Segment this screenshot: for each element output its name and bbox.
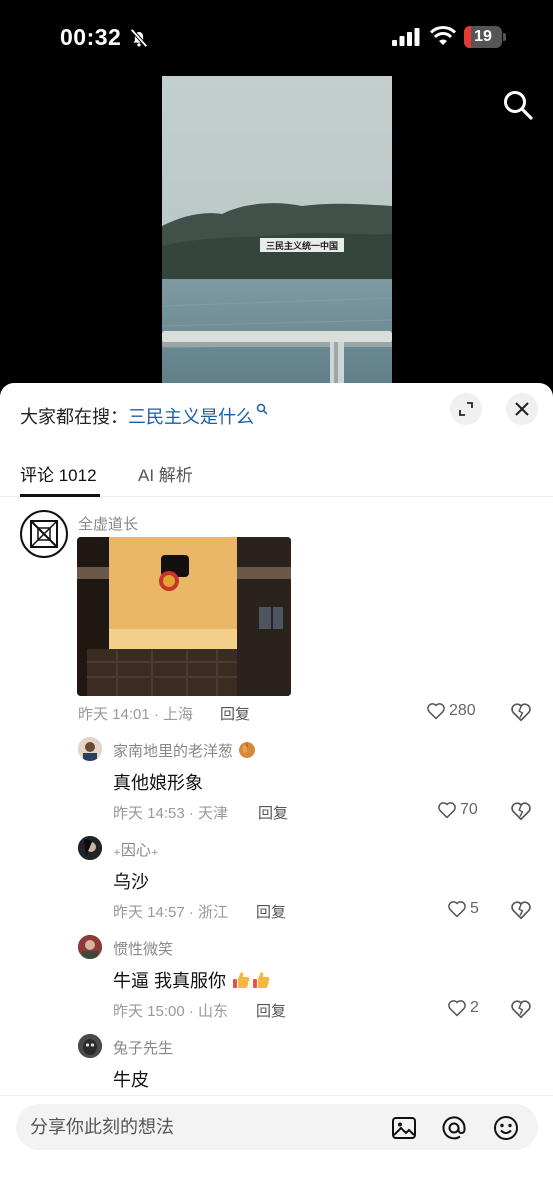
avatar-image bbox=[78, 737, 102, 761]
heart-icon bbox=[448, 1000, 466, 1017]
reply-text-content: 牛逼 我真服你 bbox=[113, 971, 227, 991]
mini-search-icon bbox=[256, 403, 268, 415]
comment-time-location: 昨天 14:01 · 上海 bbox=[78, 706, 194, 723]
reply-text: 真他娘形象 bbox=[113, 773, 203, 793]
reply-button[interactable]: 回复 bbox=[220, 703, 250, 724]
comment-input[interactable] bbox=[30, 1104, 380, 1150]
avatar-image bbox=[78, 1034, 102, 1058]
image-icon[interactable] bbox=[391, 1115, 417, 1141]
reply-button[interactable]: 回复 bbox=[256, 1000, 286, 1021]
avatar[interactable] bbox=[78, 1034, 102, 1058]
avatar[interactable] bbox=[20, 510, 68, 558]
comment-input-bar bbox=[0, 1095, 553, 1199]
dislike-icon[interactable] bbox=[510, 899, 532, 921]
reply-username-text: 家南地里的老洋葱 bbox=[113, 743, 234, 760]
tab-comments[interactable]: 评论 1012 bbox=[20, 461, 97, 486]
emoji-icon[interactable] bbox=[493, 1115, 519, 1141]
comment-input-container bbox=[16, 1104, 538, 1150]
close-icon bbox=[515, 402, 529, 416]
reply-button[interactable]: 回复 bbox=[256, 901, 286, 922]
reply-username[interactable]: 惯性微笑 bbox=[113, 938, 173, 959]
close-button[interactable] bbox=[506, 393, 538, 425]
active-tab-indicator bbox=[20, 494, 100, 497]
battery-level: 19 bbox=[474, 28, 492, 45]
onion-emoji-icon bbox=[239, 742, 256, 758]
comment-image-content bbox=[77, 537, 291, 696]
reply-time-location: 昨天 14:53 · 天津 bbox=[113, 805, 229, 822]
wifi-icon bbox=[430, 26, 456, 45]
comment-tabs: 评论 1012 AI 解析 bbox=[0, 451, 553, 497]
like-count: 2 bbox=[470, 999, 479, 1016]
comment-sheet: 大家都在搜：三民主义是什么 评论 1012 AI 解析 全虚道长 昨天 14:0… bbox=[0, 383, 553, 1199]
dislike-icon[interactable] bbox=[510, 701, 532, 723]
status-time: 00:32 bbox=[60, 24, 122, 50]
reply-button[interactable]: 回复 bbox=[258, 802, 288, 823]
reply-text: 牛逼 我真服你 bbox=[113, 967, 271, 993]
heart-icon bbox=[427, 703, 445, 720]
dislike-icon[interactable] bbox=[510, 800, 532, 822]
reply-username[interactable]: 家南地里的老洋葱 bbox=[113, 739, 257, 761]
thumbs-up-emoji-icon bbox=[233, 972, 250, 988]
tab-ai-analysis[interactable]: AI 解析 bbox=[138, 461, 193, 486]
avatar[interactable] bbox=[78, 836, 102, 860]
battery-icon: 19 bbox=[464, 26, 506, 48]
reply-username[interactable]: ₊因心₊ bbox=[113, 839, 159, 860]
avatar-image bbox=[78, 836, 102, 860]
reply-text: 乌沙 bbox=[113, 872, 149, 892]
like-count: 70 bbox=[460, 801, 478, 818]
search-icon[interactable] bbox=[502, 89, 534, 121]
reply-text: 牛皮 bbox=[113, 1070, 149, 1090]
at-icon[interactable] bbox=[441, 1115, 467, 1141]
reply-time-location: 昨天 14:57 · 浙江 bbox=[113, 904, 229, 921]
expand-icon bbox=[459, 402, 473, 416]
comment-image[interactable] bbox=[77, 537, 291, 696]
avatar[interactable] bbox=[78, 737, 102, 761]
bell-off-icon bbox=[130, 28, 148, 48]
video-player[interactable]: 三民主义统一中国 bbox=[162, 76, 392, 386]
heart-icon bbox=[438, 802, 456, 819]
dislike-icon[interactable] bbox=[510, 998, 532, 1020]
island-banner-text: 三民主义统一中国 bbox=[266, 240, 338, 252]
thumbs-up-emoji-icon bbox=[253, 972, 270, 988]
like-count: 5 bbox=[470, 900, 479, 917]
like-button[interactable]: 5 bbox=[447, 899, 479, 919]
avatar-image bbox=[78, 935, 102, 959]
reply-username[interactable]: 兔子先生 bbox=[113, 1037, 173, 1058]
hot-search-label: 大家都在搜： bbox=[20, 407, 128, 427]
avatar[interactable] bbox=[78, 935, 102, 959]
like-button[interactable]: 280 bbox=[426, 701, 476, 721]
status-bar: 00:32 19 bbox=[0, 0, 553, 76]
like-count: 280 bbox=[449, 702, 476, 719]
reply-time-location: 昨天 15:00 · 山东 bbox=[113, 1003, 229, 1020]
expand-button[interactable] bbox=[450, 393, 482, 425]
like-button[interactable]: 70 bbox=[437, 800, 478, 820]
like-button[interactable]: 2 bbox=[447, 998, 479, 1018]
hot-search[interactable]: 大家都在搜：三民主义是什么 bbox=[20, 403, 268, 429]
hot-search-term[interactable]: 三民主义是什么 bbox=[128, 407, 254, 427]
comment-username[interactable]: 全虚道长 bbox=[78, 513, 138, 534]
video-frame: 三民主义统一中国 bbox=[162, 76, 392, 386]
heart-icon bbox=[448, 901, 466, 918]
signal-icon bbox=[392, 28, 420, 46]
avatar-image bbox=[30, 520, 58, 548]
